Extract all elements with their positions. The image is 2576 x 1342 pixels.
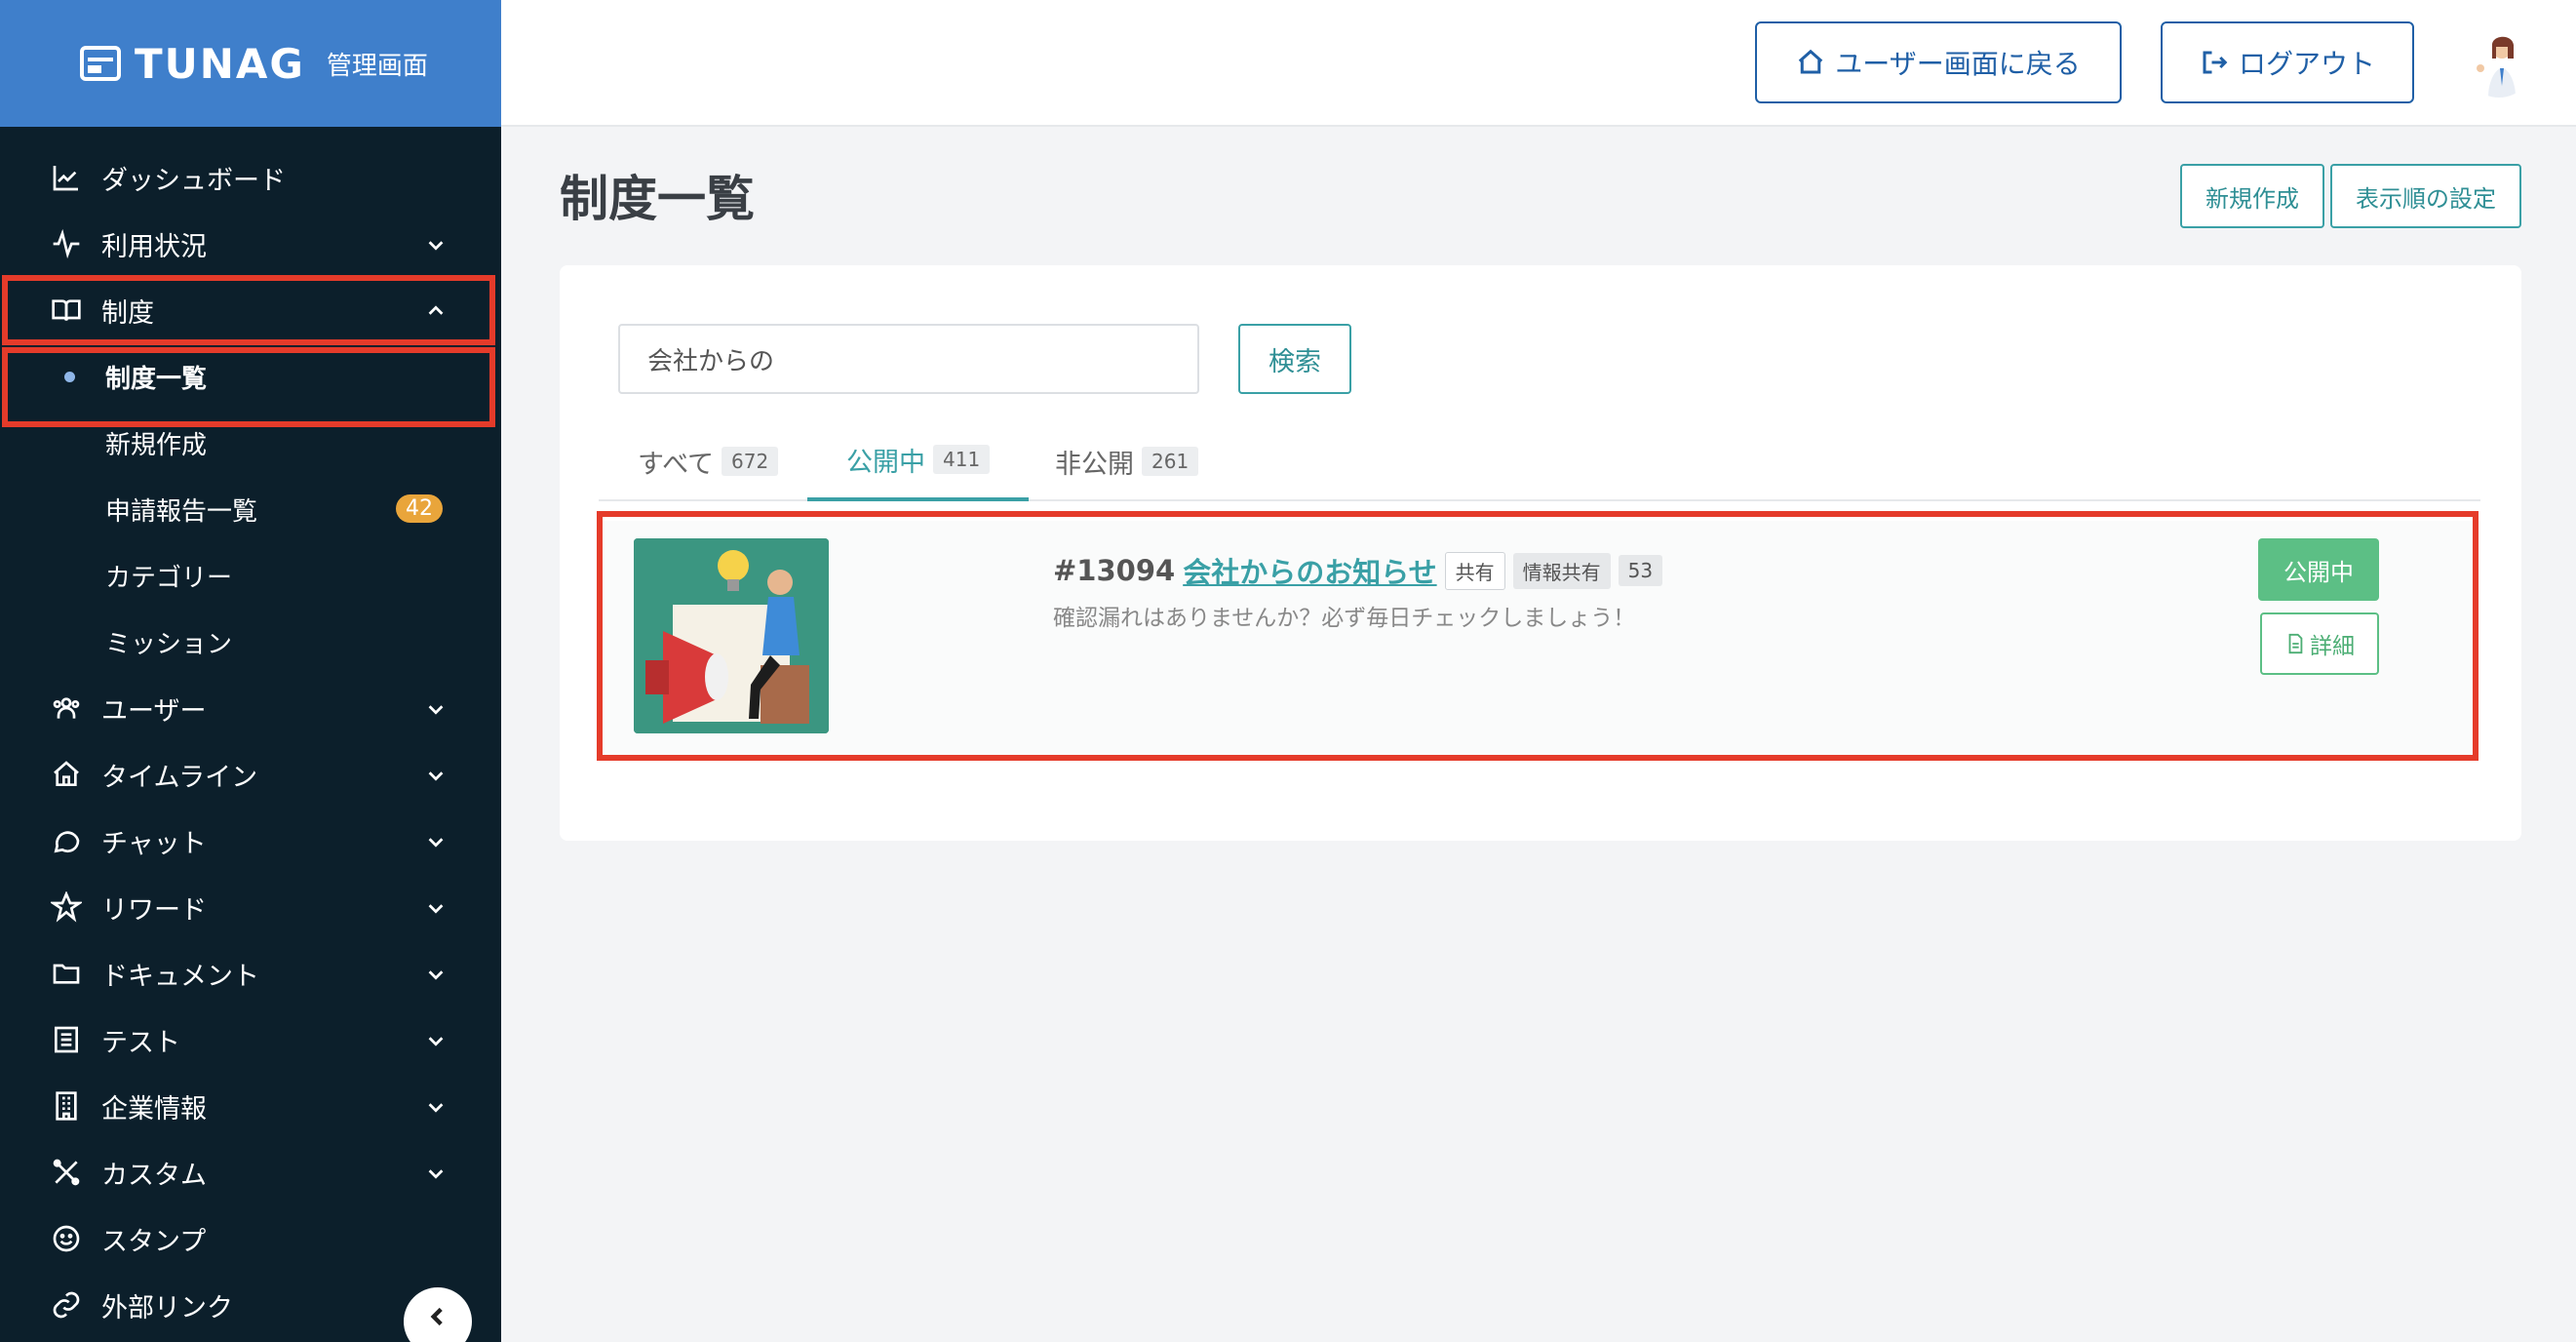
sidebar-item-test[interactable]: テスト	[0, 1006, 501, 1073]
back-to-user-label: ユーザー画面に戻る	[1835, 48, 2081, 80]
logout-label: ログアウト	[2238, 48, 2375, 80]
tab-count: 261	[1142, 447, 1199, 476]
status-tabs: すべて 672 公開中 411 非公開 261	[599, 421, 2480, 501]
chevron-down-icon	[425, 1094, 447, 1116]
link-icon	[49, 1287, 84, 1322]
top-header: ユーザー画面に戻る ログアウト	[501, 0, 2576, 127]
tab-count: 411	[933, 445, 991, 474]
sidebar-subitem-reports[interactable]: 申請報告一覧 42	[0, 476, 501, 542]
brand-subtitle: 管理画面	[326, 51, 428, 81]
new-create-button[interactable]: 新規作成	[2180, 164, 2324, 228]
tools-icon	[49, 1155, 84, 1190]
highlight-box-system	[2, 275, 495, 345]
avatar[interactable]	[2465, 29, 2533, 98]
tab-label: すべて	[638, 449, 715, 480]
display-order-button[interactable]: 表示順の設定	[2330, 164, 2521, 228]
chart-line-icon	[49, 160, 84, 195]
logout-icon	[2203, 51, 2228, 74]
tab-private[interactable]: 非公開 261	[1051, 421, 1202, 501]
home-icon	[49, 757, 84, 792]
highlight-box-system-list	[2, 347, 495, 427]
sidebar-item-dashboard[interactable]: ダッシュボード	[0, 144, 501, 211]
sidebar-item-label: カスタム	[101, 1160, 207, 1191]
sidebar-item-label: ユーザー	[101, 695, 207, 727]
sidebar-subitem-label: ミッション	[105, 629, 233, 659]
search-input-value: 会社からの	[647, 346, 775, 376]
checklist-icon	[49, 1022, 84, 1057]
sidebar-item-label: タイムライン	[101, 762, 258, 793]
folder-icon	[49, 956, 84, 991]
chevron-down-icon	[425, 962, 447, 983]
chat-icon	[49, 823, 84, 858]
chevron-down-icon	[425, 895, 447, 917]
avatar-illustration	[2477, 36, 2516, 98]
highlight-box-row	[597, 511, 2478, 761]
home-icon	[1799, 49, 1823, 74]
star-icon	[49, 889, 84, 925]
activity-icon	[49, 226, 84, 261]
sidebar-subitem-category[interactable]: カテゴリー	[0, 542, 501, 609]
sidebar-subitem-label: カテゴリー	[105, 563, 233, 593]
sidebar-item-users[interactable]: ユーザー	[0, 675, 501, 741]
tab-published[interactable]: 公開中 411	[807, 421, 1030, 501]
tunag-logo-icon	[80, 46, 121, 81]
sidebar-item-company[interactable]: 企業情報	[0, 1073, 501, 1139]
chevron-down-icon	[425, 763, 447, 784]
tab-label: 公開中	[846, 447, 925, 478]
sidebar-item-label: 企業情報	[101, 1093, 207, 1125]
sidebar-item-label: 外部リンク	[101, 1292, 233, 1323]
tab-label: 非公開	[1055, 449, 1134, 480]
tab-count: 672	[722, 447, 779, 476]
sidebar-item-label: ダッシュボード	[101, 165, 286, 196]
chevron-left-icon	[430, 1307, 443, 1326]
sidebar-subitem-label: 新規作成	[105, 430, 208, 460]
sidebar-item-document[interactable]: ドキュメント	[0, 940, 501, 1006]
sidebar-item-label: チャット	[101, 828, 207, 859]
sidebar-item-usage[interactable]: 利用状況	[0, 211, 501, 277]
sidebar-subitem-mission[interactable]: ミッション	[0, 609, 501, 675]
chevron-down-icon	[425, 232, 447, 254]
users-icon	[49, 691, 84, 726]
building-icon	[49, 1088, 84, 1124]
chevron-down-icon	[425, 1161, 447, 1182]
sidebar-item-custom[interactable]: カスタム	[0, 1139, 501, 1205]
sidebar-item-label: テスト	[101, 1027, 180, 1058]
chevron-down-icon	[425, 829, 447, 850]
back-to-user-button[interactable]: ユーザー画面に戻る	[1755, 21, 2122, 103]
sidebar-item-reward[interactable]: リワード	[0, 874, 501, 940]
sidebar-item-label: リワード	[101, 894, 207, 926]
search-button[interactable]: 検索	[1238, 324, 1351, 394]
tab-all[interactable]: すべて 672	[634, 421, 782, 501]
search-input[interactable]: 会社からの	[618, 324, 1199, 394]
brand-logo-text: TUNAG	[135, 39, 305, 88]
chevron-down-icon	[425, 1028, 447, 1049]
smile-icon	[49, 1221, 84, 1256]
sidebar-item-label: ドキュメント	[101, 961, 259, 992]
count-badge: 42	[396, 494, 443, 523]
sidebar-item-label: 利用状況	[101, 231, 207, 262]
sidebar-item-label: スタンプ	[101, 1226, 207, 1257]
sidebar-subitem-label: 申請報告一覧	[105, 496, 258, 527]
brand-header[interactable]: TUNAG 管理画面	[0, 0, 501, 127]
chevron-down-icon	[425, 696, 447, 718]
sidebar: TUNAG 管理画面 ダッシュボード 利用状況 制度 制度一覧 新規作成 申請報…	[0, 0, 501, 1342]
sidebar-item-timeline[interactable]: タイムライン	[0, 741, 501, 808]
page-title: 制度一覧	[560, 171, 755, 227]
sidebar-item-chat[interactable]: チャット	[0, 808, 501, 874]
logout-button[interactable]: ログアウト	[2161, 21, 2414, 103]
sidebar-item-stamp[interactable]: スタンプ	[0, 1205, 501, 1272]
